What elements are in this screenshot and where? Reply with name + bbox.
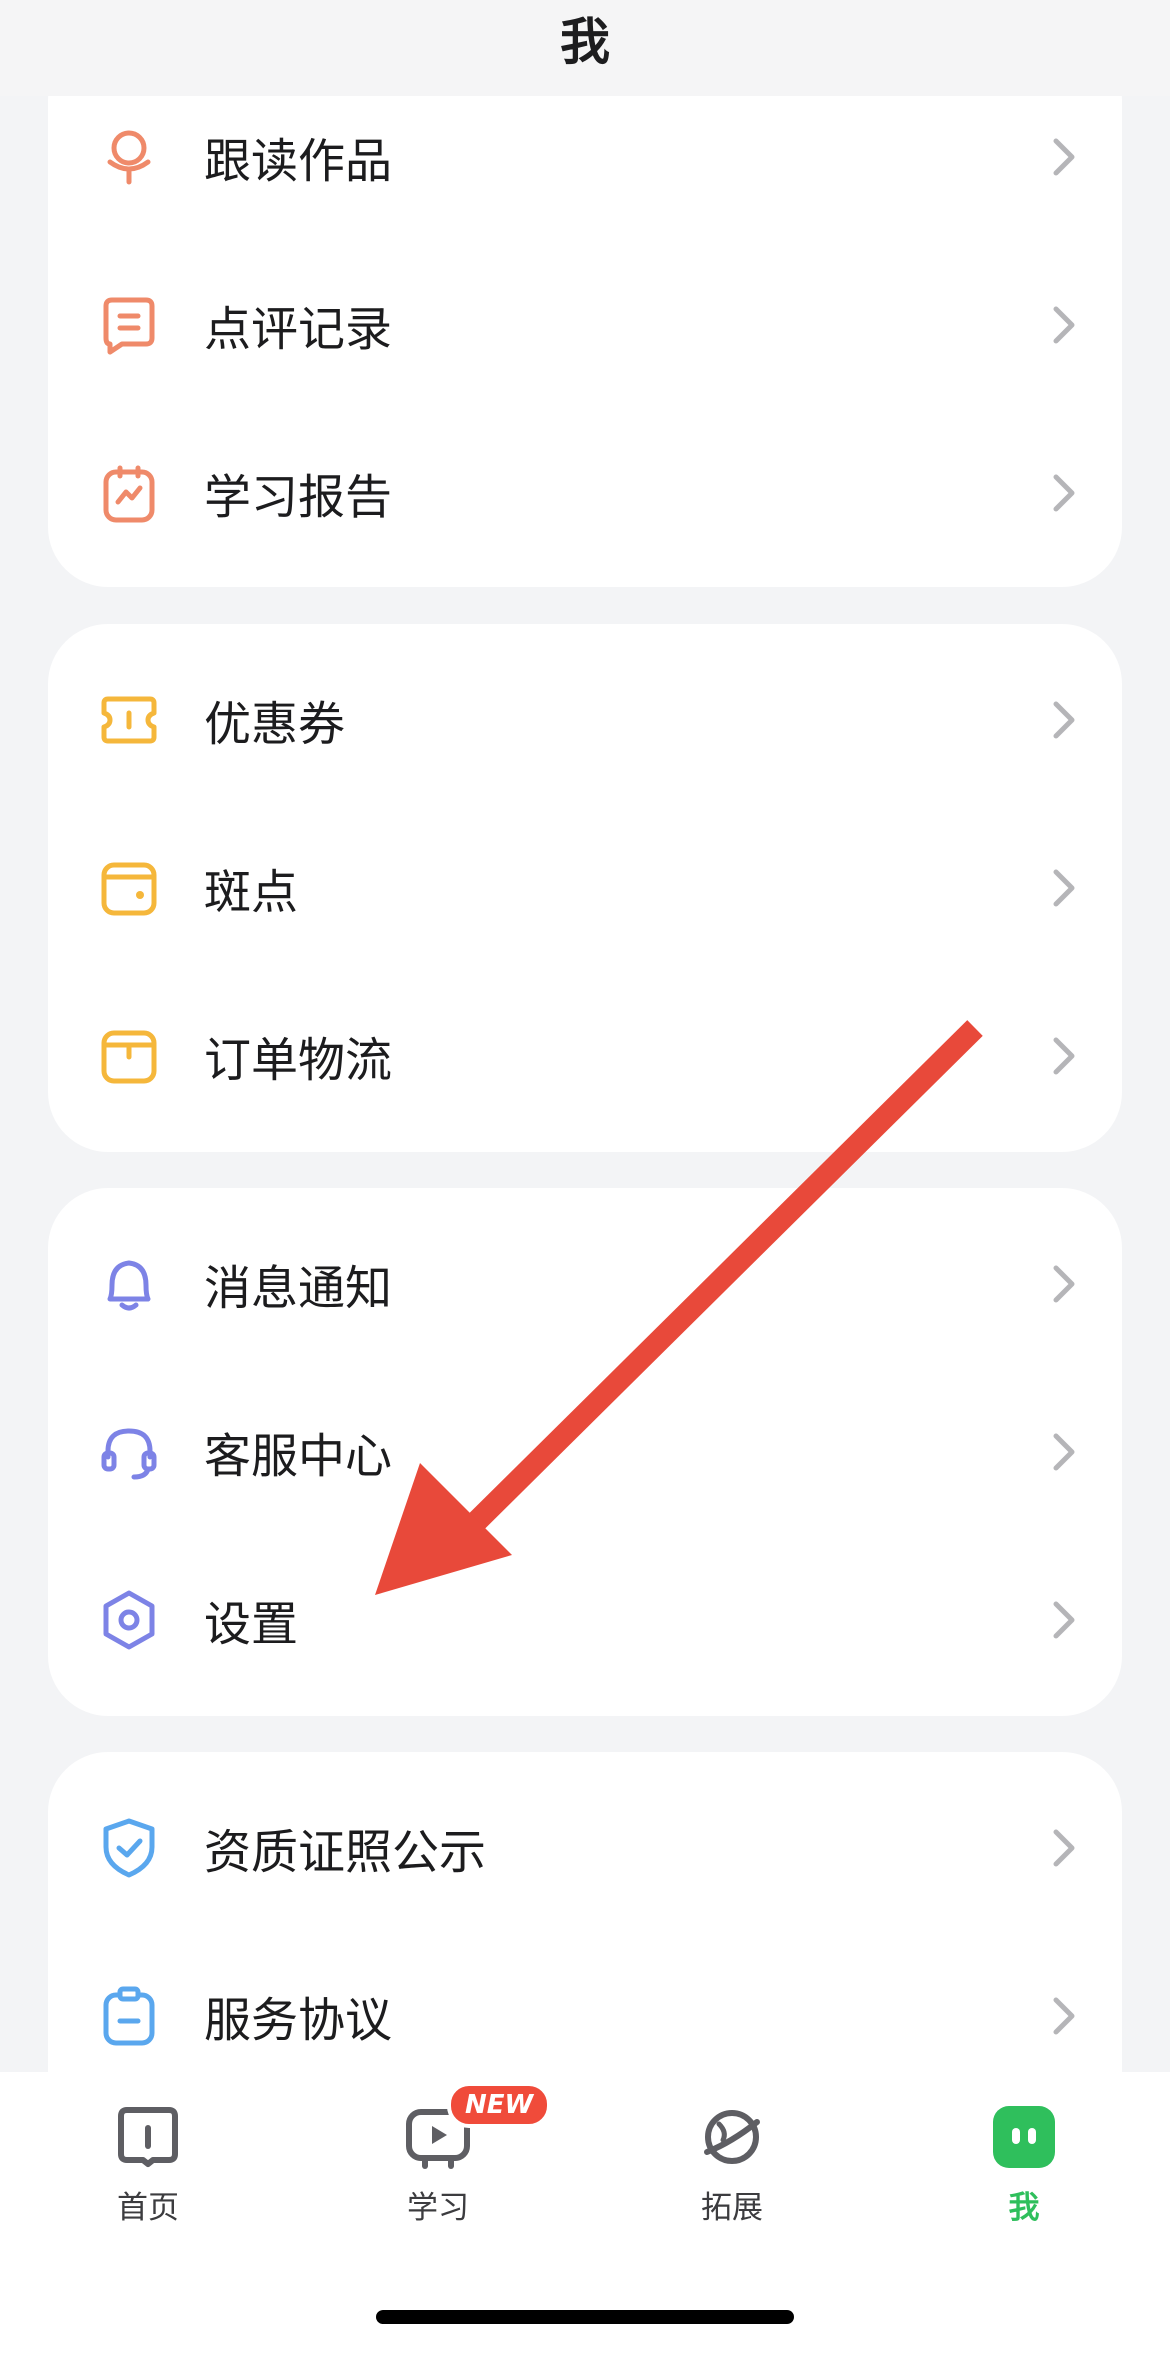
- menu-item-label: 优惠券: [204, 697, 345, 753]
- page-title: 我: [560, 13, 610, 71]
- report-icon: [96, 460, 162, 526]
- chevron-right-icon: [1050, 1598, 1078, 1642]
- menu-item-label: 服务协议: [204, 1993, 392, 2049]
- menu-card-learning: 跟读作品 点评记录 学习报告: [48, 40, 1122, 587]
- menu-item-label: 资质证照公示: [204, 1825, 486, 1881]
- menu-item-qualifications[interactable]: 资质证照公示: [48, 1764, 1122, 1932]
- menu-item-order-logistics[interactable]: 订单物流: [48, 972, 1122, 1140]
- menu-item-label: 设置: [204, 1597, 298, 1653]
- menu-item-label: 订单物流: [204, 1033, 392, 1089]
- chevron-right-icon: [1050, 1262, 1078, 1306]
- bell-icon: [96, 1251, 162, 1317]
- new-badge: NEW: [447, 2082, 552, 2128]
- chevron-right-icon: [1050, 303, 1078, 347]
- tab-home[interactable]: 首页: [48, 2102, 248, 2282]
- tab-study[interactable]: 学习: [338, 2102, 538, 2282]
- chevron-right-icon: [1050, 698, 1078, 742]
- menu-item-study-report[interactable]: 学习报告: [48, 409, 1122, 577]
- shield-icon: [96, 1815, 162, 1881]
- tab-label: 学习: [407, 2190, 469, 2226]
- planet-icon: [697, 2102, 767, 2172]
- clipboard-icon: [96, 1983, 162, 2049]
- menu-item-settings[interactable]: 设置: [48, 1536, 1122, 1704]
- tab-label: 我: [1008, 2190, 1040, 2226]
- home-indicator: [376, 2310, 794, 2324]
- menu-item-notifications[interactable]: 消息通知: [48, 1200, 1122, 1368]
- coupon-icon: [96, 687, 162, 753]
- chevron-right-icon: [1050, 1994, 1078, 2038]
- menu-item-label: 斑点: [204, 865, 298, 921]
- microphone-icon: [96, 124, 162, 190]
- tab-label: 拓展: [701, 2190, 763, 2226]
- chevron-right-icon: [1050, 135, 1078, 179]
- tab-label: 首页: [117, 2190, 179, 2226]
- tab-explore[interactable]: 拓展: [632, 2102, 832, 2282]
- tab-me[interactable]: 我: [924, 2102, 1124, 2282]
- menu-card-orders: 优惠券 斑点 订单物流: [48, 624, 1122, 1152]
- menu-card-support: 消息通知 客服中心 设置: [48, 1188, 1122, 1716]
- menu-item-coupons[interactable]: 优惠券: [48, 636, 1122, 804]
- menu-item-label: 点评记录: [204, 302, 392, 358]
- comment-icon: [96, 292, 162, 358]
- chevron-right-icon: [1050, 1826, 1078, 1870]
- menu-item-label: 客服中心: [204, 1429, 392, 1485]
- top-navigation-bar: 我: [0, 0, 1170, 96]
- headset-icon: [96, 1419, 162, 1485]
- settings-icon: [96, 1587, 162, 1653]
- chevron-right-icon: [1050, 471, 1078, 515]
- menu-item-label: 跟读作品: [204, 134, 392, 190]
- menu-item-spots[interactable]: 斑点: [48, 804, 1122, 972]
- menu-item-label: 消息通知: [204, 1261, 392, 1317]
- menu-item-follow-reading[interactable]: 跟读作品: [48, 73, 1122, 241]
- chevron-right-icon: [1050, 1034, 1078, 1078]
- chevron-right-icon: [1050, 866, 1078, 910]
- package-icon: [96, 1023, 162, 1089]
- wallet-icon: [96, 855, 162, 921]
- menu-item-review-records[interactable]: 点评记录: [48, 241, 1122, 409]
- chevron-right-icon: [1050, 1430, 1078, 1474]
- menu-item-label: 学习报告: [204, 470, 392, 526]
- menu-item-customer-service[interactable]: 客服中心: [48, 1368, 1122, 1536]
- profile-face-icon: [989, 2102, 1059, 2172]
- book-icon: [113, 2102, 183, 2172]
